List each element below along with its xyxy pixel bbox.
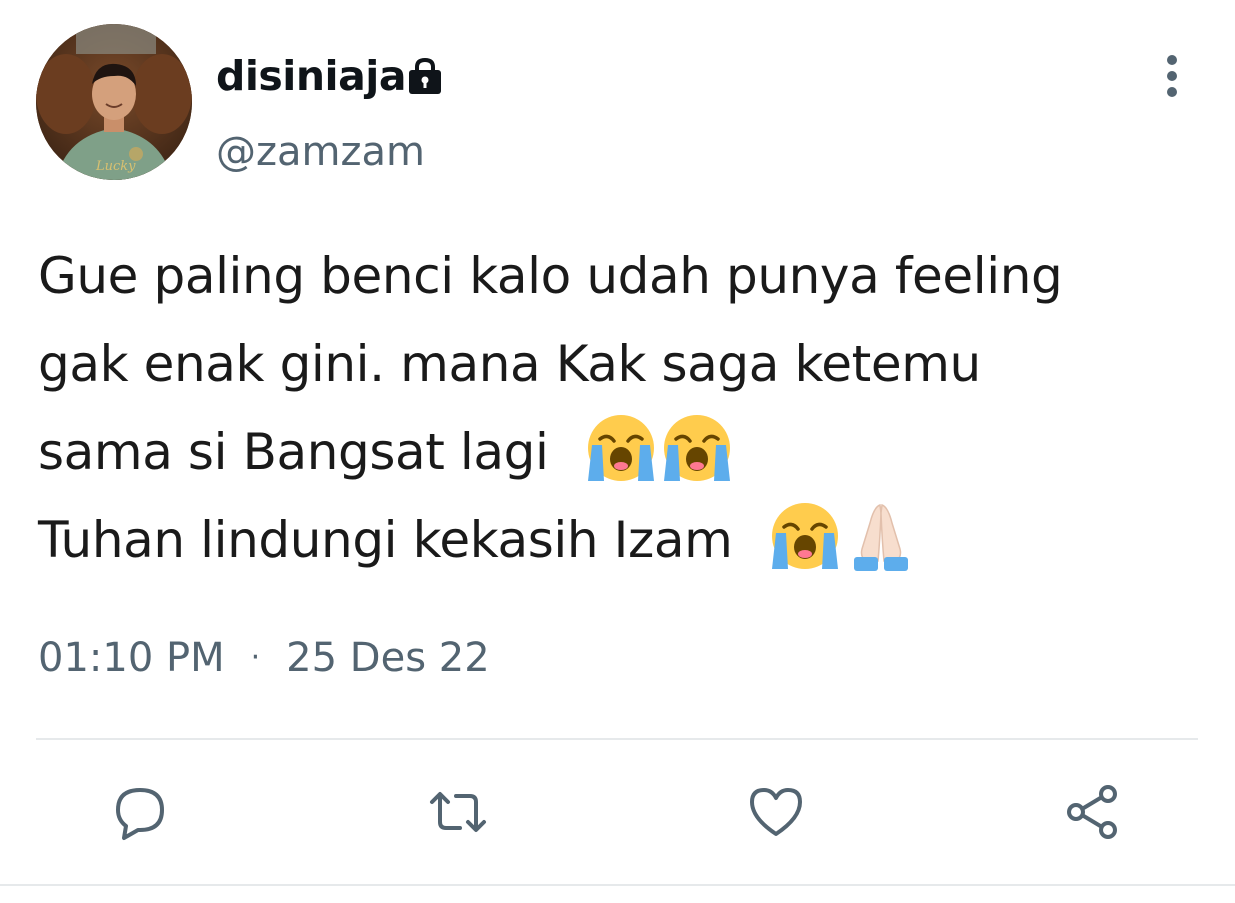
loudly-crying-face-icon (587, 415, 654, 481)
display-name[interactable]: disiniaja (216, 52, 407, 100)
tweet-line-text: gak enak gini. mana Kak saga ketemu (38, 335, 981, 393)
share-icon (1067, 785, 1117, 839)
share-button[interactable] (1062, 782, 1122, 842)
more-options-icon[interactable] (1150, 52, 1194, 100)
bottom-divider (0, 884, 1235, 886)
tweet-line: Tuhan lindungi kekasih Izam (38, 496, 1208, 584)
tweet-line-text: sama si Bangsat lagi (38, 423, 549, 481)
user-handle[interactable]: @zamzam (216, 128, 425, 176)
meta-separator: · (250, 640, 261, 675)
profile-photo-icon: Lucky (36, 24, 192, 180)
tweet-line: sama si Bangsat lagi (38, 408, 1208, 496)
tweet-time: 01:10 PM (38, 635, 225, 681)
tweet-date: 25 Des 22 (286, 635, 490, 681)
like-icon (750, 788, 802, 836)
reply-icon (116, 788, 164, 840)
tweet-text: Gue paling benci kalo udah punya feeling… (38, 232, 1208, 584)
tweet-timestamp[interactable]: 01:10 PM · 25 Des 22 (38, 632, 490, 684)
lock-icon (409, 57, 441, 94)
avatar[interactable]: Lucky (36, 24, 192, 180)
like-button[interactable] (746, 782, 806, 842)
tweet-line: gak enak gini. mana Kak saga ketemu (38, 320, 1208, 408)
tweet-line: Gue paling benci kalo udah punya feeling (38, 232, 1208, 320)
reply-button[interactable] (110, 782, 170, 842)
tweet-card: Lucky disiniaja @zamzam Gue paling benci… (0, 0, 1235, 903)
tweet-line-text: Tuhan lindungi kekasih Izam (38, 511, 733, 569)
folded-hands-icon (853, 503, 908, 571)
loudly-crying-face-icon (771, 503, 838, 569)
divider (36, 738, 1198, 740)
retweet-icon (430, 792, 486, 832)
loudly-crying-face-icon (663, 415, 730, 481)
shirt-text: Lucky (95, 159, 136, 174)
tweet-line-text: Gue paling benci kalo udah punya feeling (38, 247, 1063, 305)
retweet-button[interactable] (428, 782, 488, 842)
